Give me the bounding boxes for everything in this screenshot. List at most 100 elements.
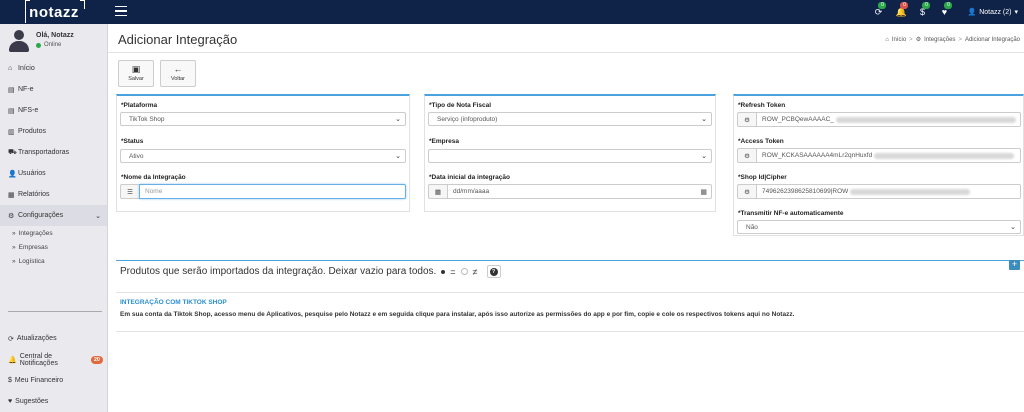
refresh-token-label: *Refresh Token	[738, 102, 786, 109]
integration-name-label: *Nome da Integração	[121, 174, 186, 181]
bell-icon: 🔔	[8, 356, 17, 364]
sidebar-subitem-integracoes[interactable]: » Integrações	[0, 226, 107, 240]
page-title: Adicionar Integração	[118, 32, 238, 47]
sidebar: Olá, Notazz Online ⌂ Início ▤ NF-e ▤ NFS-e …	[0, 24, 108, 412]
platform-label: *Plataforma	[121, 102, 158, 109]
logo[interactable]: notazz	[0, 0, 108, 24]
hamburger-menu-icon[interactable]	[115, 6, 127, 16]
company-select[interactable]: ⌄	[428, 149, 712, 163]
dollar-icon: $	[8, 377, 12, 384]
invoice-type-select[interactable]: Serviço (infoproduto) ⌄	[428, 112, 712, 126]
top-icons: ⟳ 0 🔔 0 $0 ♥ 0 👤 Notazz (2) ▾	[873, 0, 1024, 24]
company-label: *Empresa	[429, 138, 459, 145]
info-title: INTEGRAÇÃO COM TIKTOK SHOP	[120, 299, 227, 306]
start-date-label: *Data inicial da integração	[429, 174, 510, 181]
access-token-label: *Access Token	[738, 138, 784, 145]
sidebar-menu: ⌂ Início ▤ NF-e ▤ NFS-e ▥ Produtos ⛟ Transpor…	[0, 58, 107, 268]
platform-select[interactable]: TikTok Shop ⌄	[120, 112, 406, 126]
equals-label: =	[450, 266, 456, 277]
integration-info-box: INTEGRAÇÃO COM TIKTOK SHOP Em sua conta …	[116, 292, 1024, 332]
sidebar-item-nfse[interactable]: ▤ NFS-e	[0, 100, 107, 121]
panel-invoice: *Tipo de Nota Fiscal Serviço (infoprodut…	[424, 94, 716, 212]
integration-name-group: ☰ Nome	[120, 184, 406, 199]
dollar-badge: 0	[922, 2, 931, 9]
truck-icon: ⛟	[8, 149, 17, 156]
sidebar-item-inicio[interactable]: ⌂ Início	[0, 58, 107, 79]
heart-badge: 0	[944, 2, 953, 9]
floppy-disk-icon: ▣	[131, 64, 141, 74]
calendar-icon: ▦	[428, 184, 447, 199]
gears-icon: ⚙	[737, 148, 756, 163]
breadcrumb-inicio[interactable]: Início	[892, 37, 906, 43]
sidebar-item-relatorios[interactable]: ▦ Relatórios	[0, 184, 107, 205]
chart-icon: ▦	[8, 191, 15, 199]
sync-badge: 0	[878, 1, 887, 9]
top-navbar: notazz ⟳ 0 🔔 0 $0 ♥ 0 👤 Notazz (2) ▾	[0, 0, 1024, 24]
add-product-button[interactable]: +	[1009, 260, 1020, 270]
heart-icon[interactable]: ♥ 0	[939, 2, 953, 17]
calendar-picker-icon[interactable]: ▦	[700, 188, 707, 196]
save-button[interactable]: ▣ Salvar	[118, 60, 154, 87]
sidebar-item-financeiro[interactable]: $ Meu Financeiro	[0, 370, 107, 391]
panel-tokens: *Refresh Token ⚙ ROW_PCBQewAAAAC_ *Acces…	[733, 94, 1024, 236]
sidebar-item-usuarios[interactable]: 👤 Usuários	[0, 163, 107, 184]
gears-icon: ⚙	[737, 184, 756, 199]
sidebar-item-transportadoras[interactable]: ⛟ Transportadoras	[0, 142, 107, 163]
home-icon: ⌂	[8, 65, 13, 72]
shop-id-label: *Shop Id|Cipher	[738, 174, 787, 181]
radio-equals[interactable]	[441, 269, 446, 274]
help-button[interactable]: ?	[486, 265, 501, 278]
main-content: Adicionar Integração ⌂ Início > ⚙ Integr…	[108, 24, 1024, 412]
sidebar-item-atualizacoes[interactable]: ⟳ Atualizações	[0, 328, 107, 349]
sidebar-item-nfe[interactable]: ▤ NF-e	[0, 79, 107, 100]
arrow-left-icon: ←	[173, 64, 183, 74]
chevron-down-icon: ⌄	[701, 153, 707, 160]
chevron-down-icon: ⌄	[95, 212, 101, 220]
chevron-down-icon: ⌄	[395, 153, 401, 160]
user-profile: Olá, Notazz Online	[8, 30, 74, 52]
refresh-token-group: ⚙ ROW_PCBQewAAAAC_	[737, 112, 1021, 127]
bell-icon[interactable]: 🔔 0	[895, 1, 909, 18]
sidebar-item-sugestoes[interactable]: ♥ Sugestões	[0, 391, 107, 412]
user-menu-label: Notazz (2)	[979, 8, 1012, 16]
list-icon: ☰	[120, 184, 139, 199]
dollar-icon[interactable]: $0	[917, 2, 931, 17]
info-body: Em sua conta da Tiktok Shop, acesso menu…	[120, 311, 795, 318]
shop-id-input[interactable]: 7496262398625810699|ROW	[756, 184, 1021, 199]
back-button[interactable]: ← Voltar	[160, 60, 196, 87]
heart-icon: ♥	[8, 398, 13, 405]
integration-name-input[interactable]: Nome	[139, 184, 406, 199]
refresh-token-input[interactable]: ROW_PCBQewAAAAC_	[756, 112, 1021, 127]
sidebar-item-notificacoes[interactable]: 🔔 Central de Notificações 20	[0, 349, 107, 370]
invoice-type-label: *Tipo de Nota Fiscal	[429, 102, 492, 109]
sidebar-subitem-logistica[interactable]: » Logística	[0, 254, 107, 268]
sidebar-item-produtos[interactable]: ▥ Produtos	[0, 121, 107, 142]
sidebar-menu-secondary: ⟳ Atualizações 🔔 Central de Notificações 20…	[0, 328, 107, 412]
panel-platform: *Plataforma TikTok Shop ⌄ *Status Ativo …	[116, 94, 410, 212]
gears-icon: ⚙	[737, 112, 756, 127]
shop-id-group: ⚙ 7496262398625810699|ROW	[737, 184, 1021, 199]
chevron-down-icon: ⌄	[395, 116, 401, 123]
breadcrumb: ⌂ Início > ⚙ Integrações > Adicionar Int…	[885, 36, 1020, 44]
sidebar-subitem-empresas[interactable]: » Empresas	[0, 240, 107, 254]
transmit-select[interactable]: Não ⌄	[737, 220, 1021, 234]
user-menu[interactable]: 👤 Notazz (2) ▾	[967, 8, 1018, 17]
access-token-input[interactable]: ROW_KCKASAAAAAA4mLr2qnHuxfd	[756, 148, 1021, 163]
sidebar-item-configuracoes[interactable]: ⚙ Configurações ⌄	[0, 205, 107, 226]
user-icon: 👤	[8, 170, 17, 178]
double-chevron-icon: »	[12, 257, 16, 265]
access-token-group: ⚙ ROW_KCKASAAAAAA4mLr2qnHuxfd	[737, 148, 1021, 163]
gears-icon: ⚙	[915, 37, 922, 43]
start-date-input[interactable]: dd/mm/aaaa ▦	[447, 184, 712, 199]
breadcrumb-current: Adicionar Integração	[964, 36, 1020, 43]
logo-text: notazz	[25, 0, 85, 23]
bell-badge: 0	[900, 1, 909, 9]
products-filter-bar: Produtos que serão importados da integra…	[116, 260, 1024, 282]
sync-icon[interactable]: ⟳ 0	[873, 1, 887, 18]
chevron-down-icon: ⌄	[1010, 224, 1016, 231]
radio-not-equals[interactable]	[460, 268, 468, 275]
gear-icon: ⚙	[8, 212, 15, 220]
status-select[interactable]: Ativo ⌄	[120, 149, 406, 163]
breadcrumb-integracoes[interactable]: Integrações	[924, 37, 955, 43]
title-divider	[108, 52, 1024, 53]
